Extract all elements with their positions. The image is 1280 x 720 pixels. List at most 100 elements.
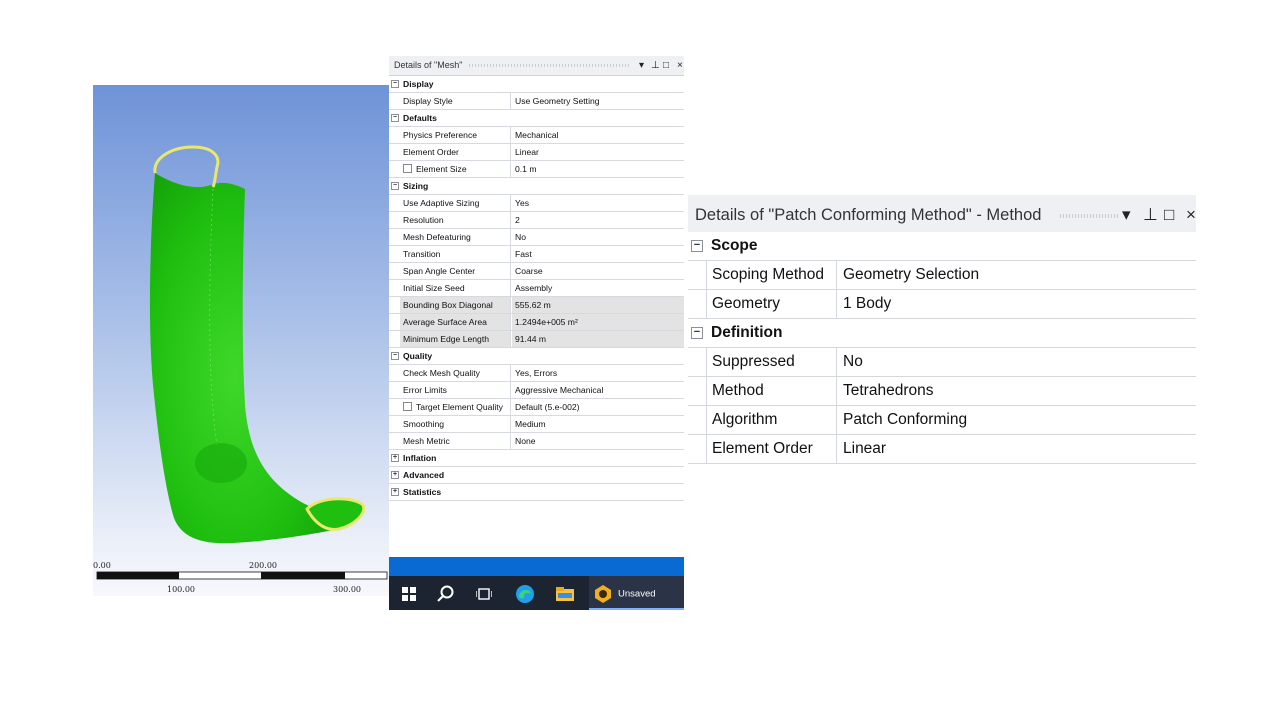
- property-key-text: Element Order: [403, 147, 459, 157]
- section-definition[interactable]: − Definition: [688, 319, 1196, 348]
- collapse-icon[interactable]: −: [691, 327, 703, 339]
- task-view-icon[interactable]: [473, 576, 495, 610]
- property-row-element-order[interactable]: Element Order Linear: [389, 144, 684, 161]
- edge-browser-icon[interactable]: [513, 576, 537, 610]
- file-explorer-icon[interactable]: [553, 576, 577, 610]
- property-key: Smoothing: [400, 416, 511, 432]
- property-value[interactable]: Patch Conforming: [838, 406, 967, 434]
- property-value[interactable]: Use Geometry Setting: [512, 93, 684, 109]
- property-row-element-order[interactable]: Element Order Linear: [688, 435, 1196, 464]
- maximize-icon[interactable]: □: [663, 56, 669, 75]
- expand-icon[interactable]: +: [391, 488, 399, 496]
- property-row-resolution[interactable]: Resolution 2: [389, 212, 684, 229]
- property-row-initial-size-seed[interactable]: Initial Size Seed Assembly: [389, 280, 684, 297]
- mesh-details-title: Details of "Mesh": [394, 60, 463, 70]
- property-value[interactable]: Tetrahedrons: [838, 377, 933, 405]
- section-defaults[interactable]: − Defaults: [389, 110, 684, 127]
- collapse-icon[interactable]: −: [391, 114, 399, 122]
- property-value[interactable]: Assembly: [512, 280, 684, 296]
- section-sizing[interactable]: − Sizing: [389, 178, 684, 195]
- section-quality[interactable]: − Quality: [389, 348, 684, 365]
- property-row-target-element-quality[interactable]: Target Element Quality Default (5.e-002): [389, 399, 684, 416]
- property-row-span-angle-center[interactable]: Span Angle Center Coarse: [389, 263, 684, 280]
- drag-grip[interactable]: [469, 64, 629, 67]
- brace-body[interactable]: [149, 173, 339, 544]
- property-row-suppressed[interactable]: Suppressed No: [688, 348, 1196, 377]
- property-row-element-size[interactable]: Element Size 0.1 m: [389, 161, 684, 178]
- collapse-icon[interactable]: −: [391, 182, 399, 190]
- property-row-average-surface-area[interactable]: Average Surface Area 1.2494e+005 m²: [389, 314, 684, 331]
- property-key-text: Geometry: [712, 295, 781, 312]
- property-value[interactable]: 1 Body: [838, 290, 891, 318]
- property-key-text: Physics Preference: [403, 130, 478, 140]
- section-label: Scope: [711, 237, 758, 254]
- windows-start-icon[interactable]: [399, 576, 419, 610]
- taskbar-accent-strip: [389, 557, 684, 576]
- property-value[interactable]: Default (5.e-002): [512, 399, 684, 415]
- property-row-mesh-defeaturing[interactable]: Mesh Defeaturing No: [389, 229, 684, 246]
- section-inflation[interactable]: + Inflation: [389, 450, 684, 467]
- pin-icon[interactable]: ⊥: [651, 56, 660, 75]
- collapse-icon[interactable]: −: [391, 352, 399, 360]
- property-row-minimum-edge-length[interactable]: Minimum Edge Length 91.44 m: [389, 331, 684, 348]
- section-scope[interactable]: − Scope: [688, 232, 1196, 261]
- property-value[interactable]: Coarse: [512, 263, 684, 279]
- property-row-algorithm[interactable]: Algorithm Patch Conforming: [688, 406, 1196, 435]
- graphics-viewport[interactable]: 0.00 200.00 100.00 300.00: [93, 85, 389, 596]
- property-row-mesh-metric[interactable]: Mesh Metric None: [389, 433, 684, 450]
- property-row-bounding-box-diagonal[interactable]: Bounding Box Diagonal 555.62 m: [389, 297, 684, 314]
- close-icon[interactable]: ×: [677, 56, 683, 75]
- property-row-geometry[interactable]: Geometry 1 Body: [688, 290, 1196, 319]
- expand-icon[interactable]: +: [391, 471, 399, 479]
- search-icon[interactable]: [435, 576, 457, 610]
- property-value[interactable]: Fast: [512, 246, 684, 262]
- close-icon[interactable]: ×: [1186, 195, 1196, 235]
- mesh-details-panel: Details of "Mesh" ▾ ⊥ □ × − Display Displa…: [389, 56, 684, 611]
- property-row-physics-preference[interactable]: Physics Preference Mechanical: [389, 127, 684, 144]
- property-row-method[interactable]: Method Tetrahedrons: [688, 377, 1196, 406]
- property-row-use-adaptive-sizing[interactable]: Use Adaptive Sizing Yes: [389, 195, 684, 212]
- collapse-icon[interactable]: −: [391, 80, 399, 88]
- windows-taskbar: Unsaved Project: [389, 576, 684, 635]
- property-key: Element Order: [400, 144, 511, 160]
- property-row-check-mesh-quality[interactable]: Check Mesh Quality Yes, Errors: [389, 365, 684, 382]
- property-value[interactable]: Yes: [512, 195, 684, 211]
- property-value[interactable]: None: [512, 433, 684, 449]
- property-value[interactable]: Yes, Errors: [512, 365, 684, 381]
- expand-icon[interactable]: +: [391, 454, 399, 462]
- maximize-icon[interactable]: □: [1164, 195, 1174, 235]
- property-value[interactable]: 0.1 m: [512, 161, 684, 177]
- parameter-checkbox[interactable]: [403, 164, 412, 173]
- property-value[interactable]: No: [512, 229, 684, 245]
- property-value[interactable]: 2: [512, 212, 684, 228]
- property-row-display-style[interactable]: Display Style Use Geometry Setting: [389, 93, 684, 110]
- dropdown-arrow-icon[interactable]: ▾: [639, 56, 644, 75]
- drag-grip[interactable]: [1060, 214, 1120, 218]
- pcm-details-title: Details of "Patch Conforming Method" - M…: [695, 206, 1042, 224]
- property-value[interactable]: Linear: [512, 144, 684, 160]
- section-statistics[interactable]: + Statistics: [389, 484, 684, 501]
- property-row-error-limits[interactable]: Error Limits Aggressive Mechanical: [389, 382, 684, 399]
- property-row-transition[interactable]: Transition Fast: [389, 246, 684, 263]
- property-value[interactable]: Mechanical: [512, 127, 684, 143]
- pin-icon[interactable]: ⊥: [1143, 195, 1158, 235]
- section-label: Defaults: [403, 113, 437, 123]
- property-value[interactable]: Geometry Selection: [838, 261, 979, 289]
- property-value[interactable]: Aggressive Mechanical: [512, 382, 684, 398]
- taskbar-app-unsaved-project[interactable]: Unsaved Project: [589, 576, 684, 635]
- collapse-icon[interactable]: −: [691, 240, 703, 252]
- property-value[interactable]: Linear: [838, 435, 886, 463]
- section-advanced[interactable]: + Advanced: [389, 467, 684, 484]
- parameter-checkbox[interactable]: [403, 402, 412, 411]
- property-row-scoping-method[interactable]: Scoping Method Geometry Selection: [688, 261, 1196, 290]
- section-display[interactable]: − Display: [389, 76, 684, 93]
- orthosis-model[interactable]: [93, 85, 389, 596]
- property-value[interactable]: No: [838, 348, 863, 376]
- scale-label: 0.00: [93, 561, 111, 570]
- property-key-text: Method: [712, 382, 764, 399]
- dropdown-arrow-icon[interactable]: ▾: [1122, 195, 1131, 235]
- property-row-smoothing[interactable]: Smoothing Medium: [389, 416, 684, 433]
- pcm-details-grid: − Scope Scoping Method Geometry Selection Ge…: [688, 232, 1196, 464]
- property-value[interactable]: Medium: [512, 416, 684, 432]
- property-key: Check Mesh Quality: [400, 365, 511, 381]
